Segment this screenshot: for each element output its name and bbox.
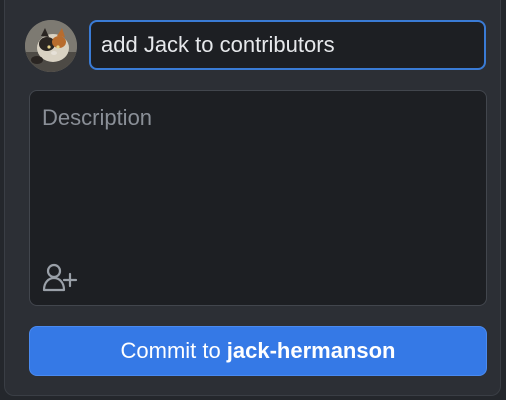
partial-edge-glyph: · [0,34,2,52]
person-plus-icon [42,263,78,292]
commit-summary-input[interactable]: add Jack to contributors [89,20,486,70]
partial-edge-glyph: · [0,260,2,278]
add-coauthor-button[interactable] [40,259,80,295]
commit-panel: add Jack to contributors Description Com… [4,0,501,396]
avatar-image [25,20,77,72]
commit-description-field[interactable]: Description [29,90,487,306]
description-placeholder: Description [42,105,153,130]
commit-button[interactable]: Commit to jack-hermanson [29,326,487,376]
commit-button-prefix: Commit to [120,338,221,363]
commit-branch-name: jack-hermanson [226,338,396,363]
partial-edge-glyph: · [0,168,2,186]
user-avatar [25,20,77,72]
